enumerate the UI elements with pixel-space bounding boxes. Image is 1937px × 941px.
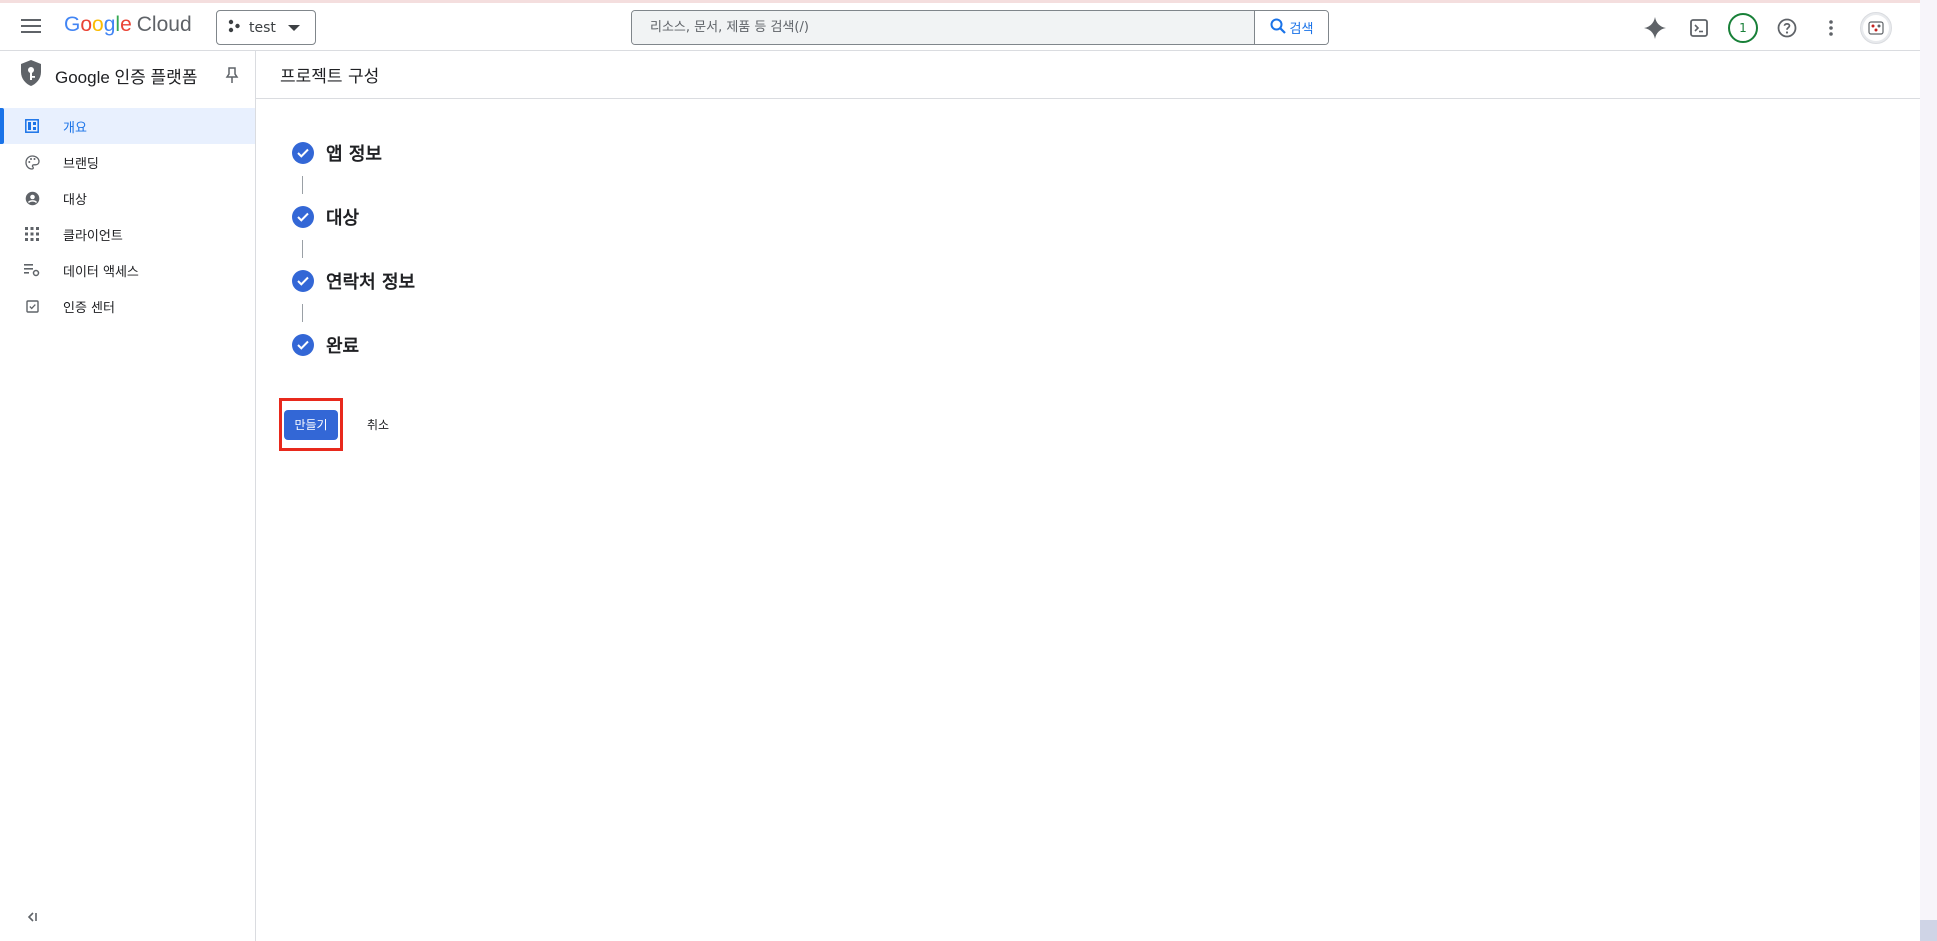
sidebar: Google 인증 플랫폼 개요 브랜딩 대상 클라이언트 데이터 액세스 인증… <box>0 51 256 941</box>
step-connector <box>302 240 303 258</box>
form-actions: 만들기 취소 <box>279 398 397 451</box>
product-title: Google 인증 플랫폼 <box>55 67 198 87</box>
hamburger-menu-icon[interactable] <box>18 13 44 39</box>
search-bar: 검색 <box>631 10 1329 45</box>
logo-cloud: Cloud <box>136 13 192 36</box>
page-title: 프로젝트 구성 <box>280 67 380 87</box>
create-button-highlight: 만들기 <box>279 398 343 451</box>
account-circle-icon <box>24 190 40 206</box>
step-contact-info: 연락처 정보 <box>292 267 415 295</box>
top-actions: 1 <box>1640 10 1892 45</box>
sidebar-item-audience[interactable]: 대상 <box>0 180 255 216</box>
verified-checkbox-icon <box>24 298 40 314</box>
app-window: Google Cloud test 검색 <box>0 0 1937 941</box>
google-cloud-logo[interactable]: Google Cloud <box>64 13 192 37</box>
notifications-badge[interactable]: 1 <box>1728 12 1758 43</box>
sidebar-item-label: 클라이언트 <box>63 228 123 244</box>
window-edge-inner <box>1920 0 1937 920</box>
step-finish: 완료 <box>292 331 415 359</box>
palette-icon <box>24 154 40 170</box>
check-circle-icon <box>292 334 314 356</box>
gemini-sparkle-icon[interactable] <box>1640 13 1670 43</box>
step-label: 앱 정보 <box>326 144 382 165</box>
main-content: 프로젝트 구성 앱 정보 대상 연락처 정보 완료 만들기 취소 <box>256 51 1920 941</box>
setup-stepper: 앱 정보 대상 연락처 정보 완료 <box>292 139 415 359</box>
sidebar-item-verification-center[interactable]: 인증 센터 <box>0 288 255 324</box>
sidebar-item-label: 데이터 액세스 <box>63 264 139 280</box>
step-app-info: 앱 정보 <box>292 139 415 167</box>
sidebar-item-data-access[interactable]: 데이터 액세스 <box>0 252 255 288</box>
help-icon[interactable] <box>1772 13 1802 43</box>
account-avatar[interactable] <box>1860 11 1892 44</box>
top-accent-line <box>0 0 1920 3</box>
step-label: 완료 <box>326 336 360 357</box>
cancel-button[interactable]: 취소 <box>359 410 397 439</box>
project-icon <box>227 19 241 37</box>
list-settings-icon <box>24 262 40 278</box>
search-button[interactable]: 검색 <box>1254 11 1328 44</box>
sidebar-nav: 개요 브랜딩 대상 클라이언트 데이터 액세스 인증 센터 <box>0 108 255 324</box>
step-label: 대상 <box>326 208 360 229</box>
check-circle-icon <box>292 142 314 164</box>
sidebar-item-branding[interactable]: 브랜딩 <box>0 144 255 180</box>
create-button[interactable]: 만들기 <box>284 409 338 440</box>
search-input[interactable] <box>632 11 1254 44</box>
product-header: Google 인증 플랫폼 <box>0 51 255 99</box>
check-circle-icon <box>292 206 314 228</box>
apps-grid-icon <box>24 226 40 242</box>
dashboard-icon <box>24 118 40 134</box>
logo-google: Google <box>64 13 132 36</box>
project-name: test <box>249 19 276 36</box>
sidebar-item-label: 개요 <box>63 120 87 136</box>
page-header: 프로젝트 구성 <box>256 51 1920 99</box>
sidebar-item-label: 브랜딩 <box>63 156 99 172</box>
shield-key-icon <box>19 59 43 91</box>
sidebar-item-label: 인증 센터 <box>63 300 115 316</box>
step-audience: 대상 <box>292 203 415 231</box>
step-connector <box>302 176 303 194</box>
step-connector <box>302 304 303 322</box>
sidebar-item-clients[interactable]: 클라이언트 <box>0 216 255 252</box>
more-vert-icon[interactable] <box>1816 13 1846 43</box>
project-selector-button[interactable]: test <box>216 10 316 45</box>
top-bar: Google Cloud test 검색 <box>0 0 1920 51</box>
cloud-shell-terminal-icon[interactable] <box>1684 13 1714 43</box>
collapse-sidebar-icon[interactable] <box>22 907 42 927</box>
step-label: 연락처 정보 <box>326 272 416 293</box>
check-circle-icon <box>292 270 314 292</box>
search-button-label: 검색 <box>1289 22 1314 37</box>
pin-icon[interactable] <box>225 66 239 88</box>
notification-count: 1 <box>1728 12 1758 43</box>
search-icon <box>1270 18 1286 38</box>
caret-down-icon <box>287 24 300 31</box>
sidebar-item-label: 대상 <box>63 192 87 208</box>
sidebar-item-overview[interactable]: 개요 <box>0 108 255 144</box>
